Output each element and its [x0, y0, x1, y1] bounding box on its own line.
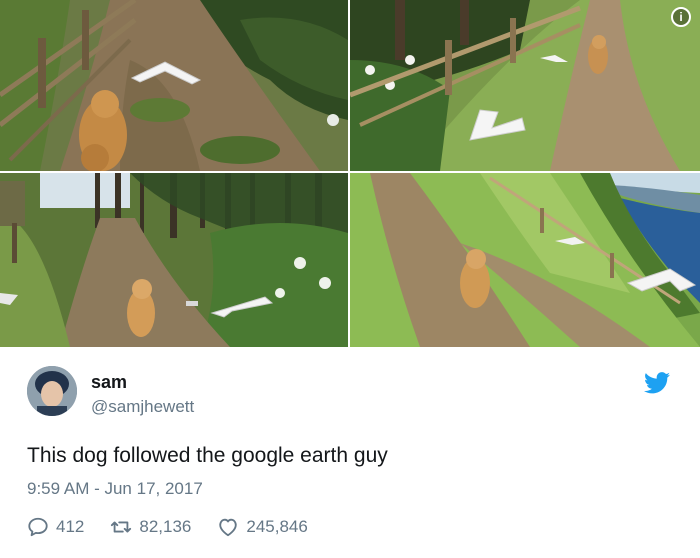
user-handle[interactable]: @samjhewett	[91, 397, 194, 417]
avatar[interactable]	[27, 366, 77, 416]
like-count: 245,846	[246, 517, 308, 536]
photo-grid: i	[0, 0, 700, 347]
retweet-count: 82,136	[139, 517, 192, 536]
photo-dog-coastal-hillside[interactable]	[350, 173, 700, 347]
retweet-button[interactable]: 82,136	[110, 516, 191, 538]
reply-count: 412	[56, 517, 85, 536]
heart-icon	[219, 518, 238, 537]
twitter-bird-icon[interactable]	[644, 372, 670, 394]
user-name[interactable]: sam	[91, 372, 127, 393]
retweet-icon	[111, 521, 132, 533]
tweet-timestamp[interactable]: 9:59 AM - Jun 17, 2017	[27, 479, 203, 499]
info-icon[interactable]: i	[671, 7, 691, 27]
reply-button[interactable]: 412	[27, 516, 84, 538]
like-button[interactable]: 245,846	[217, 516, 308, 538]
photo-dog-grassy-path[interactable]: i	[350, 0, 700, 171]
tweet-actions: 412 82,136 245,846	[27, 515, 334, 539]
photo-dog-forest-path[interactable]	[0, 173, 348, 347]
tweet-text: This dog followed the google earth guy	[27, 444, 388, 467]
photo-dog-trail-fence[interactable]	[0, 0, 348, 171]
reply-icon	[28, 517, 48, 537]
